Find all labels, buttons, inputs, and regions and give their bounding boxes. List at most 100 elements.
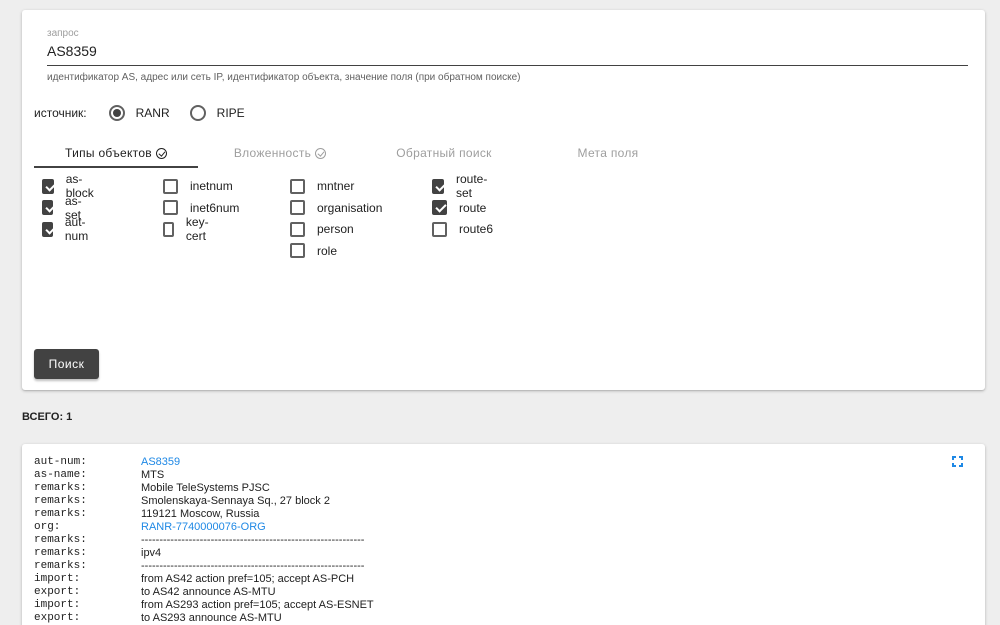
result-row-key: import:	[34, 572, 81, 585]
result-row-value: ----------------------------------------…	[141, 559, 365, 572]
query-input[interactable]	[47, 40, 968, 66]
result-row-value: to AS42 announce AS-MTU	[141, 585, 276, 598]
result-row: import: from AS42 action pref=105; accept…	[34, 572, 374, 585]
result-row-key: aut-num:	[34, 455, 87, 468]
checkbox-icon	[432, 200, 447, 215]
result-row-link[interactable]: AS8359	[141, 456, 180, 468]
check-circle-icon	[155, 147, 167, 159]
checkbox-person[interactable]: person	[290, 221, 354, 237]
checkbox-icon	[290, 178, 305, 194]
checkbox-icon	[163, 221, 174, 237]
result-row-key: export:	[34, 611, 81, 624]
result-row-key: remarks:	[34, 507, 87, 520]
result-row-key: as-name:	[34, 468, 87, 481]
result-row-key: export:	[34, 585, 81, 598]
checkbox-icon	[432, 221, 447, 237]
checkbox-route[interactable]: route	[432, 200, 486, 216]
checkbox-role[interactable]: role	[290, 243, 337, 259]
result-row-value: from AS42 action pref=105; accept AS-PCH	[141, 572, 355, 585]
result-row: aut-num: AS8359	[34, 455, 374, 468]
result-row-key: remarks:	[34, 559, 87, 572]
radio-icon	[189, 105, 206, 121]
tab-label: Обратный поиск	[396, 146, 492, 160]
checkbox-as-set[interactable]: as-set	[42, 194, 86, 222]
tab-label: Мета поля	[577, 146, 639, 160]
result-row-value: Smolenskaya-Sennaya Sq., 27 block 2	[141, 494, 330, 507]
result-row-key: org:	[34, 520, 61, 533]
result-row-value: to AS293 announce AS-MTU	[141, 611, 282, 624]
checkbox-inetnum[interactable]: inetnum	[163, 178, 233, 194]
checkbox-icon	[290, 243, 305, 258]
checkbox-as-block[interactable]: as-block	[42, 172, 97, 200]
source-label: источник:	[34, 106, 87, 120]
checkbox-label: route	[459, 200, 487, 215]
tab-meta-fields[interactable]: Мета поля	[526, 138, 690, 168]
result-row: remarks: --------------------------------…	[34, 559, 374, 572]
checkbox-icon	[163, 200, 178, 215]
result-row-key: import:	[34, 598, 81, 611]
result-row: export: to AS42 announce AS-MTU	[34, 585, 374, 598]
fullscreen-icon[interactable]	[952, 456, 963, 467]
result-card: aut-num: AS8359 as-name: MTS remarks: Mobile …	[22, 444, 985, 625]
result-row-value: MTS	[141, 468, 165, 481]
checkbox-inet6num[interactable]: inet6num	[163, 200, 239, 216]
result-row-key: remarks:	[34, 494, 87, 507]
checkbox-icon	[42, 178, 54, 194]
result-row: remarks: Mobile TeleSystems PJSC	[34, 481, 374, 494]
result-row-value: Mobile TeleSystems PJSC	[141, 481, 270, 494]
checkbox-label: key-cert	[185, 215, 209, 243]
result-row: as-name: MTS	[34, 468, 374, 481]
result-row-value: 119121 Moscow, Russia	[141, 507, 260, 520]
checkbox-key-cert[interactable]: key-cert	[163, 215, 213, 243]
checkbox-route-set[interactable]: route-set	[432, 172, 490, 200]
tab-nesting[interactable]: Вложенность	[198, 138, 362, 168]
search-card: запрос идентификатор AS, адрес или сеть …	[22, 10, 985, 390]
results-total: ВСЕГО: 1	[22, 411, 73, 423]
checkbox-organisation[interactable]: organisation	[290, 200, 382, 216]
checkbox-label: role	[317, 243, 338, 258]
source-radio-label: RANR	[135, 106, 170, 120]
query-label: запрос	[47, 28, 79, 39]
tab-object-types[interactable]: Типы объектов	[34, 138, 198, 168]
source-radio-label: RIPE	[216, 106, 245, 120]
checkbox-label: aut-num	[64, 215, 89, 243]
checkbox-label: inet6num	[190, 200, 240, 215]
result-row: remarks: ipv4	[34, 546, 374, 559]
checkbox-label: person	[317, 222, 354, 236]
tabs-bar: Типы объектов Вложенность Обратный поиск…	[34, 138, 690, 168]
result-row: remarks: Smolenskaya-Sennaya Sq., 27 bloc…	[34, 494, 374, 507]
checkbox-label: route-set	[455, 172, 488, 200]
tab-reverse-search[interactable]: Обратный поиск	[362, 138, 526, 168]
checkbox-label: organisation	[317, 200, 383, 215]
query-field: запрос идентификатор AS, адрес или сеть …	[47, 28, 968, 84]
checkbox-label: inetnum	[190, 179, 233, 193]
check-circle-icon	[315, 147, 327, 159]
result-row-key: remarks:	[34, 481, 87, 494]
result-row-value: ----------------------------------------…	[141, 533, 365, 546]
source-radio-ranr[interactable]: RANR	[108, 105, 170, 121]
result-row-value: from AS293 action pref=105; accept AS-ES…	[141, 598, 374, 611]
checkbox-icon	[163, 178, 178, 194]
checkbox-route6[interactable]: route6	[432, 221, 493, 237]
checkbox-mntner[interactable]: mntner	[290, 178, 354, 194]
result-row-value: ipv4	[141, 546, 162, 559]
result-row: export: to AS293 announce AS-MTU	[34, 611, 374, 624]
result-row: remarks: 119121 Moscow, Russia	[34, 507, 374, 520]
search-button[interactable]: Поиск	[34, 349, 99, 379]
checkbox-label: mntner	[317, 179, 355, 193]
tab-label: Типы объектов	[65, 146, 152, 160]
result-row-key: remarks:	[34, 533, 87, 546]
result-row: org: RANR-7740000076-ORG	[34, 520, 374, 533]
checkbox-icon	[290, 200, 305, 215]
query-hint: идентификатор AS, адрес или сеть IP, иде…	[47, 72, 521, 83]
checkbox-label: route6	[459, 222, 494, 236]
result-row-key: remarks:	[34, 546, 87, 559]
radio-icon	[108, 105, 125, 121]
result-row: remarks: --------------------------------…	[34, 533, 374, 546]
result-rows: aut-num: AS8359 as-name: MTS remarks: Mobile …	[34, 455, 374, 624]
result-row-link[interactable]: RANR-7740000076-ORG	[141, 521, 266, 533]
source-radio-ripe[interactable]: RIPE	[189, 105, 245, 121]
checkbox-icon	[42, 221, 53, 237]
checkbox-aut-num[interactable]: aut-num	[42, 215, 92, 243]
checkbox-icon	[432, 178, 444, 194]
